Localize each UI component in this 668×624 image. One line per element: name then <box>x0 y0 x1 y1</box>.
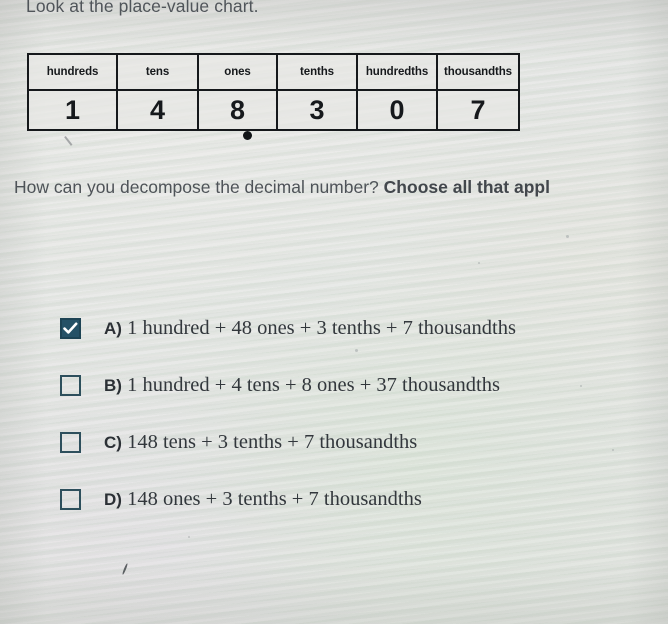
column-header-hundreds: hundreds <box>27 53 118 91</box>
option-label-c[interactable]: C) 148 tens + 3 tenths + 7 thousandths <box>104 431 417 454</box>
dust-speck <box>188 536 190 538</box>
option-letter-d: D) <box>104 490 122 509</box>
column-header-ones: ones <box>197 53 278 91</box>
checkbox-option-c[interactable] <box>60 432 81 453</box>
digit-hundredths: 0 <box>356 89 438 131</box>
table-header-row: hundreds tens ones tenths hundredths tho… <box>27 53 520 91</box>
page-title: Look at the place-value chart. <box>26 0 259 16</box>
digit-tens: 4 <box>116 89 199 131</box>
worksheet-screenshot: Look at the place-value chart. hundreds … <box>0 0 668 624</box>
column-header-tenths: tenths <box>276 53 358 91</box>
checkbox-option-d[interactable] <box>60 489 81 510</box>
dust-speck <box>566 235 569 238</box>
option-letter-c: C) <box>104 433 122 452</box>
option-body-b: 1 hundred + 4 tens + 8 ones + 37 thousan… <box>127 374 500 396</box>
instruction-text: Choose all that appl <box>383 177 550 197</box>
dust-speck <box>612 449 614 451</box>
digit-hundreds: 1 <box>27 89 118 131</box>
question-prompt: How can you decompose the decimal number… <box>14 177 550 198</box>
option-letter-b: B) <box>104 376 122 395</box>
dust-speck <box>478 262 480 264</box>
option-body-a: 1 hundred + 48 ones + 3 tenths + 7 thous… <box>127 317 516 339</box>
dust-speck <box>580 385 582 387</box>
dust-speck <box>355 349 358 352</box>
option-body-c: 148 tens + 3 tenths + 7 thousandths <box>127 431 418 453</box>
option-label-b[interactable]: B) 1 hundred + 4 tens + 8 ones + 37 thou… <box>104 374 500 397</box>
option-label-d[interactable]: D) 148 ones + 3 tenths + 7 thousandths <box>104 488 422 511</box>
table-row: 1 4 8 3 0 7 <box>27 89 520 131</box>
option-row-a[interactable]: A) 1 hundred + 48 ones + 3 tenths + 7 th… <box>0 300 668 357</box>
column-header-thousandths: thousandths <box>436 53 520 91</box>
option-row-c[interactable]: C) 148 tens + 3 tenths + 7 thousandths <box>0 414 668 471</box>
option-label-a[interactable]: A) 1 hundred + 48 ones + 3 tenths + 7 th… <box>104 317 516 340</box>
option-body-d: 148 ones + 3 tenths + 7 thousandths <box>127 488 422 510</box>
place-value-chart: hundreds tens ones tenths hundredths tho… <box>27 53 520 131</box>
digit-thousandths: 7 <box>436 89 520 131</box>
question-text: How can you decompose the decimal number… <box>14 177 379 197</box>
digit-tenths: 3 <box>276 89 358 131</box>
column-header-hundredths: hundredths <box>356 53 438 91</box>
option-row-b[interactable]: B) 1 hundred + 4 tens + 8 ones + 37 thou… <box>0 357 668 414</box>
place-value-table: hundreds tens ones tenths hundredths tho… <box>27 53 520 131</box>
option-letter-a: A) <box>104 319 122 338</box>
option-row-d[interactable]: D) 148 ones + 3 tenths + 7 thousandths <box>0 471 668 528</box>
pencil-mark <box>64 135 73 146</box>
column-header-tens: tens <box>116 53 199 91</box>
hair-artifact <box>121 563 129 575</box>
checkbox-option-a[interactable] <box>60 318 81 339</box>
check-icon <box>63 322 78 334</box>
decimal-point-marker <box>243 131 252 140</box>
checkbox-option-b[interactable] <box>60 375 81 396</box>
answer-options-list: A) 1 hundred + 48 ones + 3 tenths + 7 th… <box>0 300 668 528</box>
digit-ones: 8 <box>197 89 278 131</box>
